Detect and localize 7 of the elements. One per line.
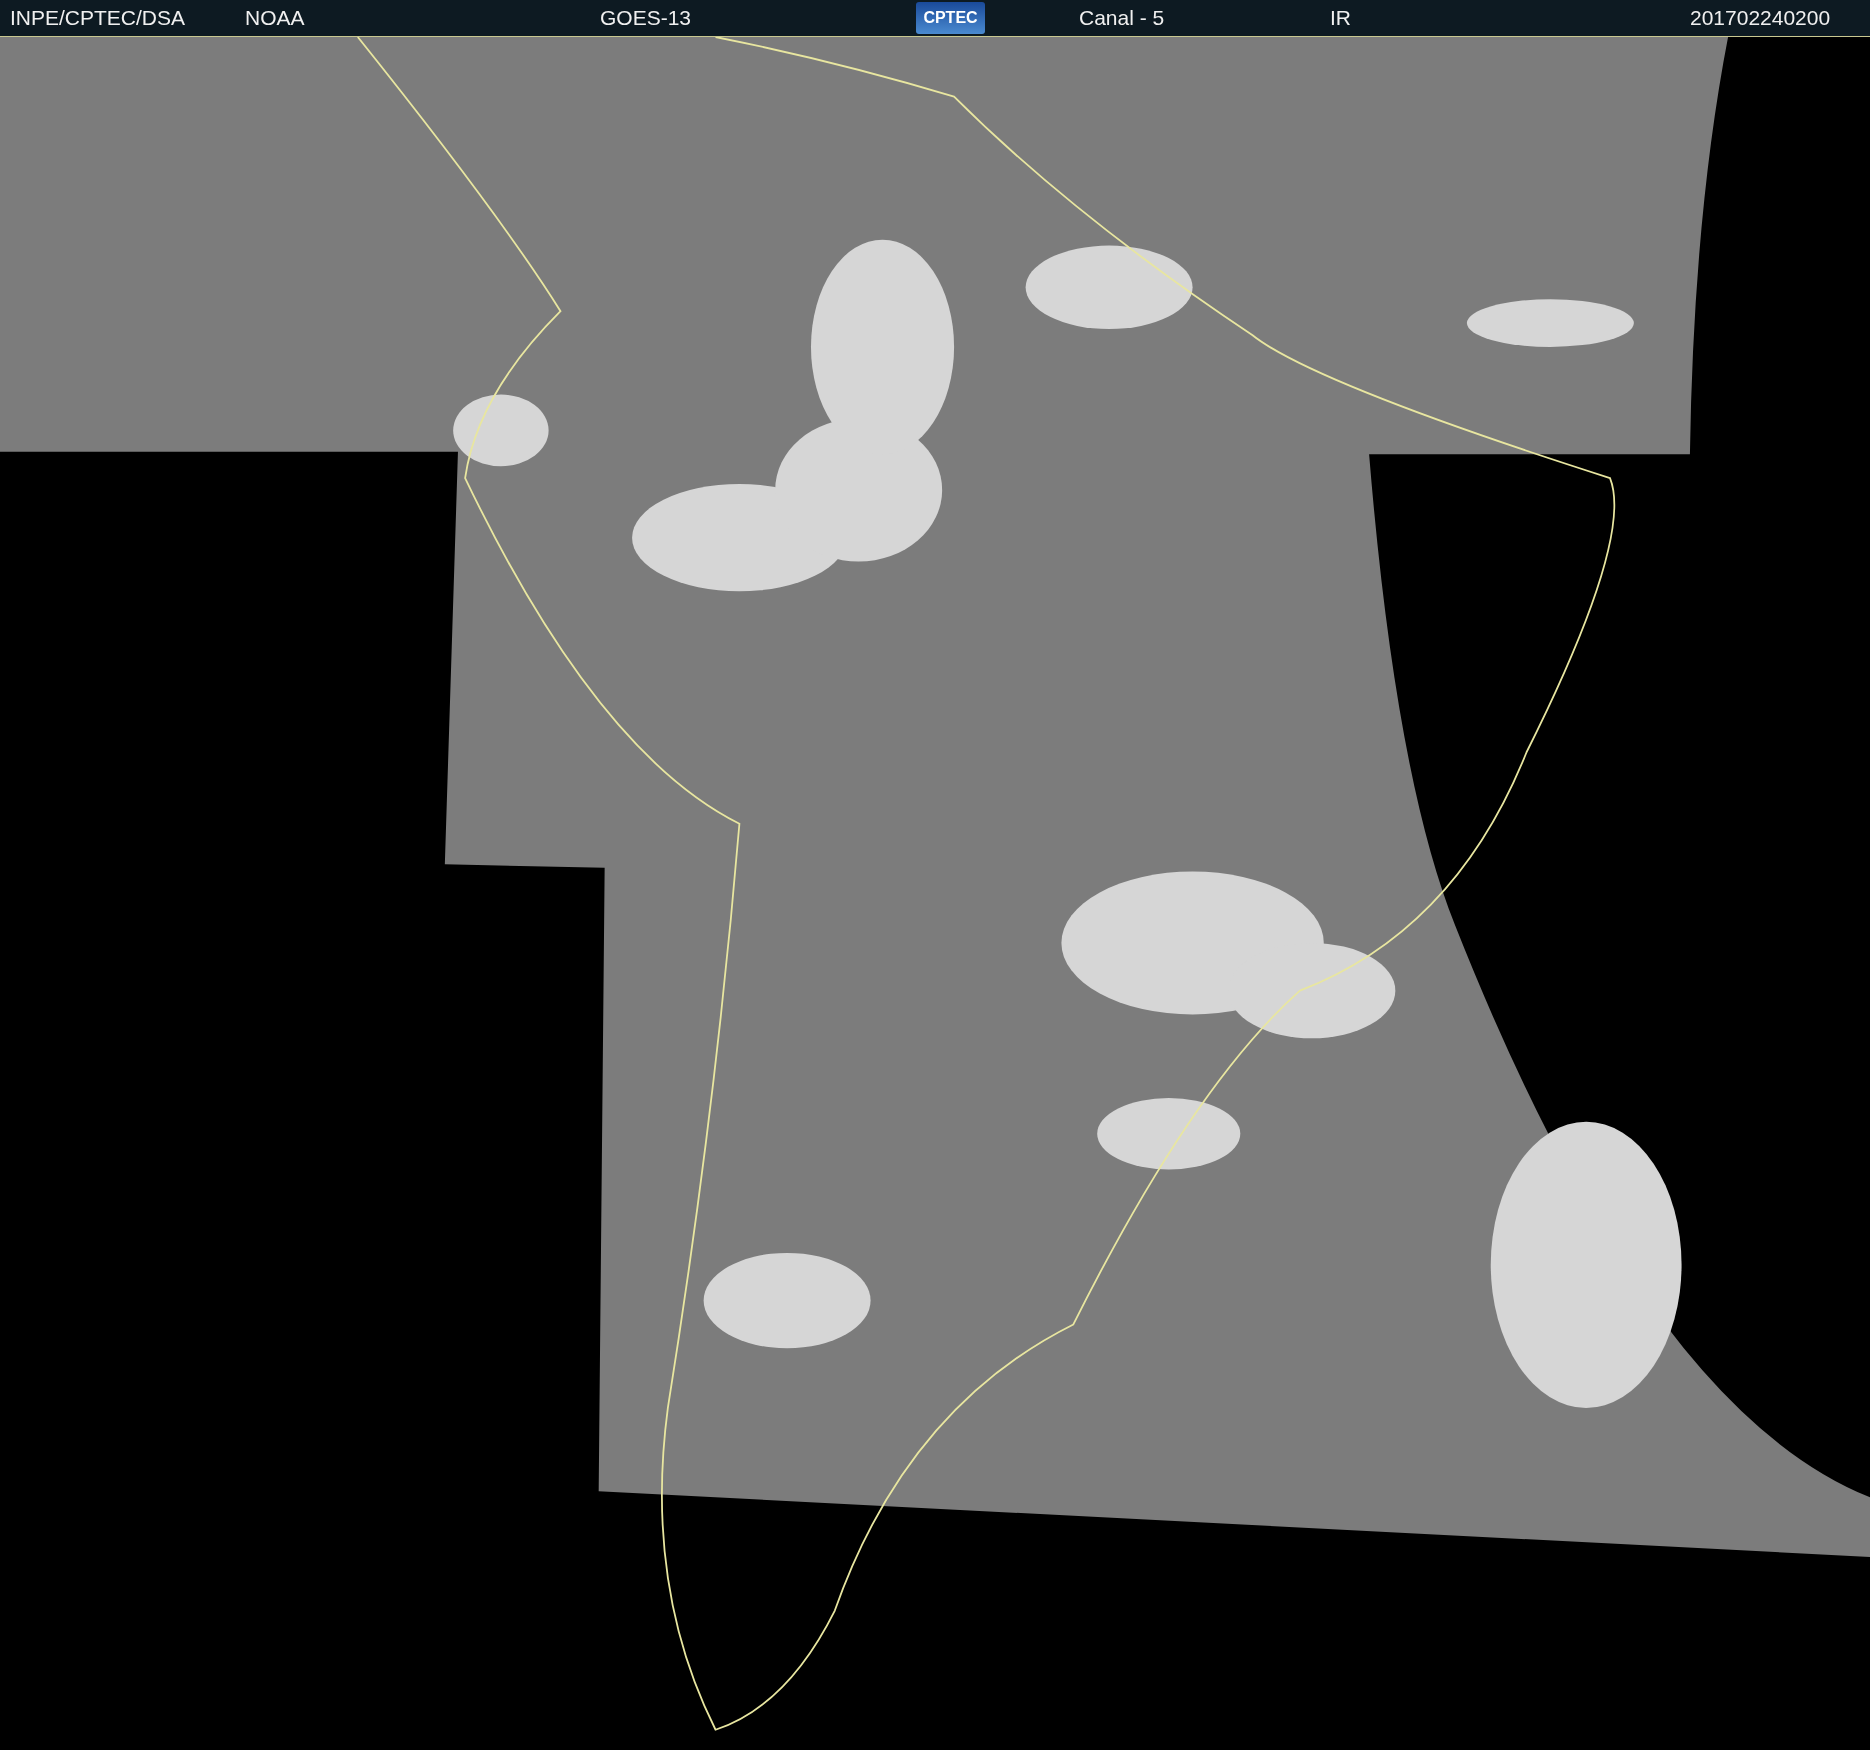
header-text: Canal - 5 <box>1079 6 1165 30</box>
logo: CPTEC <box>916 2 985 34</box>
header-text: 201702240200 <box>1690 6 1831 30</box>
header-text: GOES-13 <box>600 6 692 30</box>
header-text: IR <box>1330 6 1351 30</box>
header-text: INPE/CPTEC/DSA <box>10 6 186 30</box>
header-text: NOAA <box>245 6 305 30</box>
